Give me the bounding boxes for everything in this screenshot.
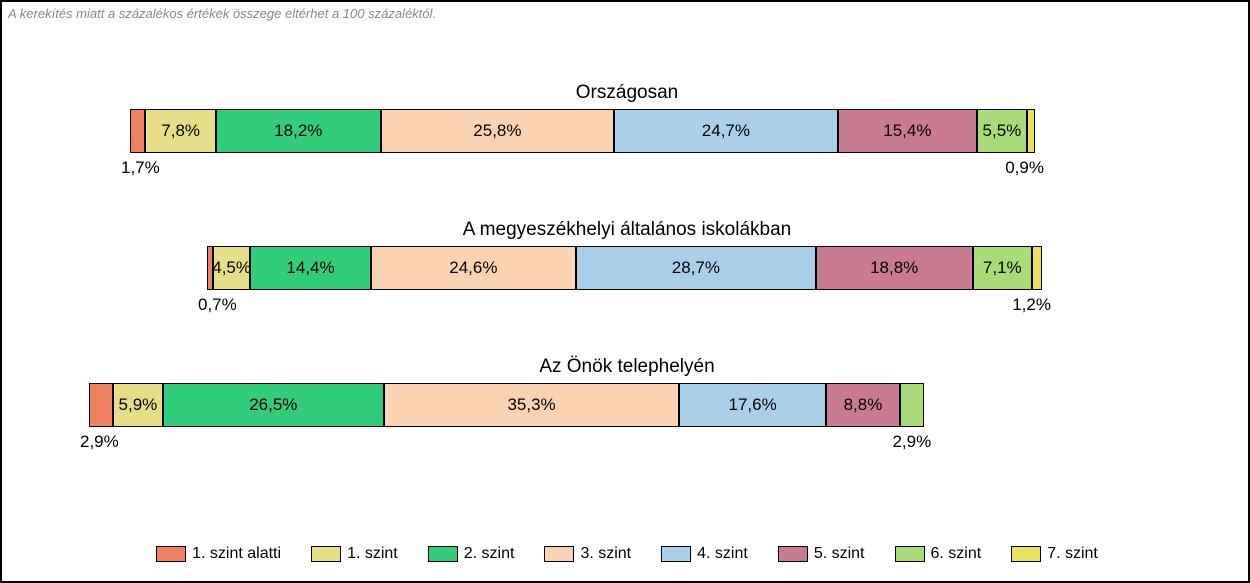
bar-wrapper: 2,9%5,9%26,5%35,3%17,6%8,8%2,9% bbox=[2, 383, 1250, 463]
legend-item: 2. szint bbox=[428, 545, 515, 563]
segment-label: 14,4% bbox=[286, 258, 334, 278]
bar-segment: 25,8% bbox=[381, 109, 614, 153]
segment-label: 18,8% bbox=[870, 258, 918, 278]
segment-label: 18,2% bbox=[274, 121, 322, 141]
bar-segment: 14,4% bbox=[250, 246, 370, 290]
stacked-bar: 0,7%4,5%14,4%24,6%28,7%18,8%7,1%1,2% bbox=[207, 246, 1042, 290]
bar-segment: 4,5% bbox=[213, 246, 251, 290]
segment-label: 7,1% bbox=[983, 258, 1022, 278]
segment-label: 28,7% bbox=[672, 258, 720, 278]
legend-label: 4. szint bbox=[697, 545, 748, 563]
legend-swatch bbox=[895, 546, 925, 562]
bar-segment: 18,8% bbox=[816, 246, 973, 290]
legend-label: 3. szint bbox=[580, 545, 631, 563]
segment-label: 17,6% bbox=[729, 395, 777, 415]
segment-label: 0,7% bbox=[198, 295, 237, 315]
bar-wrapper: 1,7%7,8%18,2%25,8%24,7%15,4%5,5%0,9% bbox=[2, 109, 1250, 189]
bar-segment: 2,9% bbox=[900, 383, 924, 427]
legend-label: 5. szint bbox=[814, 545, 865, 563]
bar-segment: 8,8% bbox=[826, 383, 900, 427]
segment-label: 24,6% bbox=[449, 258, 497, 278]
bar-segment: 18,2% bbox=[216, 109, 381, 153]
bar-wrapper: 0,7% 4,5% 14,4% 24,6% 28,7% 18,8% 7,1% 1,2% bbox=[2, 246, 1250, 326]
bar-segment: 7,1% bbox=[973, 246, 1032, 290]
bars-area: Országosan1,7%7,8%18,2%25,8%24,7%15,4%5,… bbox=[2, 82, 1250, 493]
segment-label: 7,8% bbox=[161, 121, 200, 141]
legend-swatch bbox=[544, 546, 574, 562]
legend-label: 2. szint bbox=[464, 545, 515, 563]
bar-segment: 0,9% bbox=[1027, 109, 1035, 153]
segment-label: 8,8% bbox=[844, 395, 883, 415]
chart-container: A kerekítés miatt a százalékos értékek ö… bbox=[0, 0, 1250, 583]
segment-label: 1,7% bbox=[121, 158, 160, 178]
legend-swatch bbox=[1011, 546, 1041, 562]
bar-title: A megyeszékhelyi általános iskolákban bbox=[2, 219, 1250, 241]
legend-swatch bbox=[428, 546, 458, 562]
segment-label: 5,9% bbox=[119, 395, 158, 415]
bar-segment: 5,9% bbox=[113, 383, 162, 427]
segment-label: 2,9% bbox=[80, 432, 119, 452]
legend-swatch bbox=[156, 546, 186, 562]
bar-segment: 2,9% bbox=[89, 383, 113, 427]
segment-label: 4,5% bbox=[212, 258, 251, 278]
segment-label: 1,2% bbox=[1012, 295, 1051, 315]
bar-segment: 1,2% bbox=[1032, 246, 1042, 290]
bar-group: A megyeszékhelyi általános iskolákban 0,7… bbox=[2, 219, 1250, 326]
legend-swatch bbox=[311, 546, 341, 562]
bar-group: Az Önök telephelyén2,9%5,9%26,5%35,3%17,… bbox=[2, 356, 1250, 463]
legend-item: 5. szint bbox=[778, 545, 865, 563]
legend-swatch bbox=[661, 546, 691, 562]
segment-label: 2,9% bbox=[892, 432, 931, 452]
segment-label: 26,5% bbox=[249, 395, 297, 415]
bar-group: Országosan1,7%7,8%18,2%25,8%24,7%15,4%5,… bbox=[2, 82, 1250, 189]
bar-segment: 24,7% bbox=[614, 109, 838, 153]
bar-segment: 35,3% bbox=[384, 383, 679, 427]
bar-segment: 24,6% bbox=[371, 246, 576, 290]
bar-segment: 28,7% bbox=[576, 246, 816, 290]
bar-segment: 26,5% bbox=[163, 383, 384, 427]
legend-item: 4. szint bbox=[661, 545, 748, 563]
legend-item: 7. szint bbox=[1011, 545, 1098, 563]
stacked-bar: 1,7% 7,8% 18,2% 25,8% 24,7% 15,4% 5,5% 0,9% bbox=[130, 109, 1035, 153]
segment-label: 5,5% bbox=[983, 121, 1022, 141]
chart-note: A kerekítés miatt a százalékos értékek ö… bbox=[8, 6, 436, 21]
stacked-bar: 2,9% 5,9% 26,5% 35,3% 17,6% 8,8% 2,9% bbox=[89, 383, 924, 427]
legend-item: 1. szint alatti bbox=[156, 545, 281, 563]
legend-swatch bbox=[778, 546, 808, 562]
segment-label: 0,9% bbox=[1005, 158, 1044, 178]
segment-label: 25,8% bbox=[473, 121, 521, 141]
segment-label: 15,4% bbox=[883, 121, 931, 141]
segment-label: 35,3% bbox=[507, 395, 555, 415]
legend-item: 6. szint bbox=[895, 545, 982, 563]
bar-segment: 15,4% bbox=[838, 109, 977, 153]
bar-segment: 7,8% bbox=[145, 109, 216, 153]
bar-segment: 5,5% bbox=[977, 109, 1027, 153]
legend-label: 1. szint bbox=[347, 545, 398, 563]
legend-label: 1. szint alatti bbox=[192, 545, 281, 563]
bar-segment: 1,7% bbox=[130, 109, 145, 153]
segment-label: 24,7% bbox=[702, 121, 750, 141]
bar-title: Az Önök telephelyén bbox=[2, 356, 1250, 378]
legend: 1. szint alatti 1. szint 2. szint 3. szint 4… bbox=[2, 545, 1250, 563]
legend-item: 1. szint bbox=[311, 545, 398, 563]
legend-label: 6. szint bbox=[931, 545, 982, 563]
bar-segment: 17,6% bbox=[679, 383, 826, 427]
legend-item: 3. szint bbox=[544, 545, 631, 563]
legend-label: 7. szint bbox=[1047, 545, 1098, 563]
bar-title: Országosan bbox=[2, 82, 1250, 104]
